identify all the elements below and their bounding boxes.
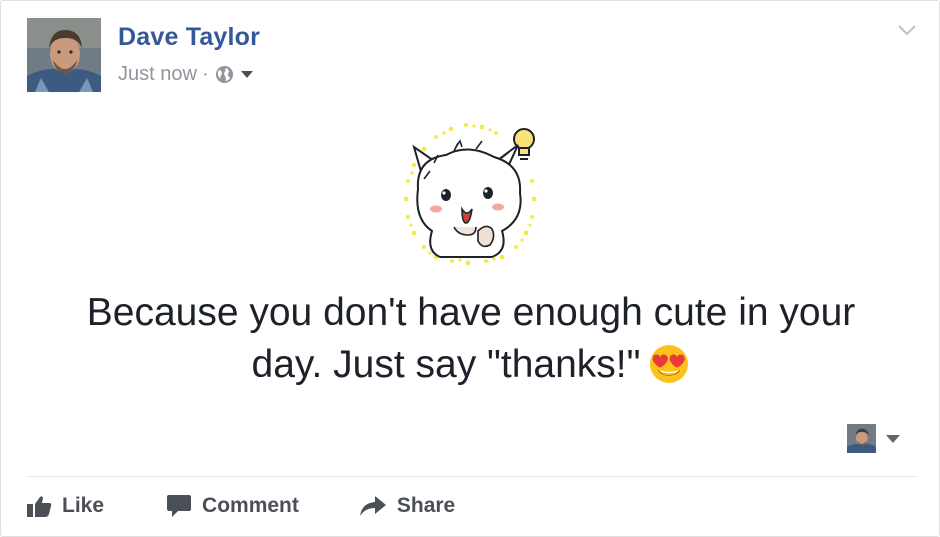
action-divider	[27, 476, 917, 477]
share-arrow-icon	[359, 496, 386, 516]
comment-label: Comment	[202, 494, 299, 517]
caret-down-icon[interactable]	[885, 434, 901, 444]
heart-eyes-emoji-icon	[650, 345, 689, 383]
cat-lightbulb-sticker	[396, 119, 548, 267]
post-meta: Just now ·	[118, 61, 254, 87]
post-message-line-1: Because you don't have enough cute in yo…	[86, 291, 856, 334]
post-message-line-2: day. Just say "thanks!"	[31, 339, 911, 391]
post-timestamp[interactable]: Just now	[118, 63, 197, 86]
comment-bubble-icon	[167, 495, 192, 517]
share-button[interactable]: Share	[359, 494, 455, 518]
author-name-link[interactable]: Dave Taylor	[118, 23, 260, 52]
share-label: Share	[396, 494, 456, 517]
post-card: Dave Taylor Just now · Because you don't…	[0, 0, 940, 537]
audience-selector[interactable]	[847, 424, 901, 453]
viewer-avatar	[847, 424, 876, 453]
post-message: Because you don't have enough cute in yo…	[31, 287, 911, 391]
post-message-line-2-text: day. Just say "thanks!"	[251, 343, 641, 386]
lightbulb-icon	[513, 128, 535, 160]
meta-separator: ·	[201, 62, 209, 85]
author-avatar[interactable]	[27, 18, 101, 92]
author-photo	[27, 18, 101, 92]
comment-button[interactable]: Comment	[166, 494, 299, 518]
globe-icon[interactable]	[215, 65, 234, 84]
chevron-down-icon[interactable]	[897, 23, 917, 37]
cat-drawing	[412, 139, 522, 258]
audience-caret-icon[interactable]	[240, 69, 254, 79]
like-button[interactable]: Like	[27, 494, 104, 518]
post-actions: Like Comment Share	[27, 489, 455, 523]
thumbs-up-icon	[27, 496, 52, 517]
like-label: Like	[62, 494, 105, 517]
